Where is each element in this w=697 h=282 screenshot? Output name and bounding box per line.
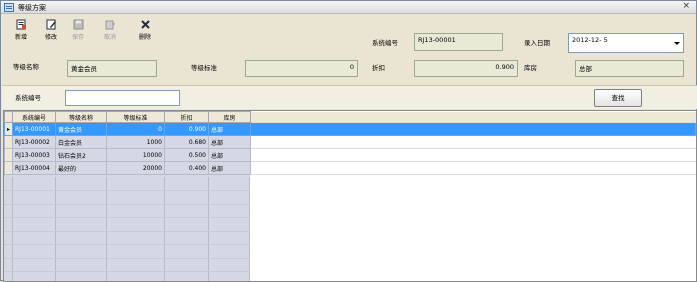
date-label: 录入日期 [524,39,550,47]
save-button[interactable]: 保存 [68,19,88,43]
search-label: 系统编号 [15,94,41,102]
row-marker [4,161,13,175]
delete-label: 删除 [138,34,151,41]
chevron-down-icon[interactable] [674,42,680,45]
cell-standard[interactable]: 10000 [106,148,165,162]
cell-discount[interactable]: 0.400 [164,161,209,175]
edit-icon [46,19,56,30]
name-field[interactable]: 黄金会员 [67,60,157,77]
delete-icon [140,20,150,29]
sysno-field[interactable]: RJ13-00001 [414,33,503,51]
cell-discount[interactable]: 0.900 [164,122,209,136]
table-row[interactable]: ▸ RJ13-00001 黄金会员 0 0.900 总部 [4,122,696,136]
undo-icon [105,20,115,30]
save-label: 保存 [71,34,84,41]
cell-sysno[interactable]: RJ13-00004 [12,161,56,175]
table-row[interactable]: RJ13-00003 钻石会员2 10000 0.500 总部 [4,148,696,162]
cell-name[interactable]: 黄金会员 [55,122,107,136]
date-picker[interactable]: 2012-12- 5 [568,33,684,53]
column-header[interactable]: 系统编号 [12,111,56,123]
row-filler [250,122,696,136]
main-window: 等级方案 × 新增 修改 保存 取消 删除 系统编号 RJ13-00001 录入… [0,0,697,282]
cell-sysno[interactable]: RJ13-00001 [12,122,56,136]
header-filler [250,111,696,123]
new-button[interactable]: 新增 [11,19,31,43]
edit-button[interactable]: 修改 [41,19,61,43]
standard-field[interactable]: 0 [245,60,358,77]
cell-name[interactable]: 钻石会员2 [55,148,107,162]
row-marker [4,148,13,162]
discount-label: 折扣 [372,64,385,72]
search-button[interactable]: 查找 [594,89,642,107]
cell-warehouse[interactable]: 总部 [208,161,251,175]
row-header-corner [4,111,13,123]
discount-field[interactable]: 0.900 [414,60,518,77]
cell-name[interactable]: 白金会员 [55,135,107,149]
search-bar: 系统编号 查找 [2,85,697,109]
data-grid: 系统编号 等级名称 等级标准 折扣 库房 ▸ RJ13-00001 黄金会员 0… [3,110,697,282]
cell-warehouse[interactable]: 总部 [208,122,251,136]
table-header-row: 系统编号 等级名称 等级标准 折扣 库房 [4,111,696,123]
column-header[interactable]: 等级标准 [106,111,165,123]
row-filler [250,148,696,162]
column-header[interactable]: 库房 [208,111,251,123]
row-filler [250,161,696,175]
cell-discount[interactable]: 0.680 [164,135,209,149]
cell-warehouse[interactable]: 总部 [208,148,251,162]
column-header[interactable]: 折扣 [164,111,209,123]
cell-standard[interactable]: 0 [106,122,165,136]
cancel-button[interactable]: 取消 [100,19,120,43]
warehouse-field[interactable]: 总部 [575,60,684,77]
new-document-icon [16,19,26,30]
delete-button[interactable]: 删除 [135,19,155,43]
edit-label: 修改 [44,34,57,41]
title-bar: 等级方案 × [1,1,696,14]
name-label: 等级名称 [13,63,39,71]
cell-name[interactable]: 最好的 [55,161,107,175]
row-marker [4,135,13,149]
cell-standard[interactable]: 1000 [106,135,165,149]
cell-sysno[interactable]: RJ13-00003 [12,148,56,162]
cell-discount[interactable]: 0.500 [164,148,209,162]
sysno-label: 系统编号 [372,39,398,47]
cell-warehouse[interactable]: 总部 [208,135,251,149]
table-row[interactable]: RJ13-00004 最好的 20000 0.400 总部 [4,161,696,175]
window-title: 等级方案 [18,4,46,12]
cell-standard[interactable]: 20000 [106,161,165,175]
cell-sysno[interactable]: RJ13-00002 [12,135,56,149]
warehouse-label: 库房 [524,64,537,72]
close-icon[interactable]: × [682,1,690,11]
cancel-label: 取消 [103,34,116,41]
search-input[interactable] [65,90,180,106]
standard-label: 等级标准 [191,64,217,72]
levels-table: 系统编号 等级名称 等级标准 折扣 库房 ▸ RJ13-00001 黄金会员 0… [4,111,696,175]
table-row[interactable]: RJ13-00002 白金会员 1000 0.680 总部 [4,135,696,149]
save-icon [73,19,83,30]
new-label: 新增 [14,34,27,41]
toolbar: 新增 修改 保存 取消 删除 [1,15,361,45]
row-pointer-icon: ▸ [4,122,13,136]
row-filler [250,135,696,149]
window-icon [4,3,14,12]
column-header[interactable]: 等级名称 [55,111,107,123]
date-value: 2012-12- 5 [572,36,608,44]
